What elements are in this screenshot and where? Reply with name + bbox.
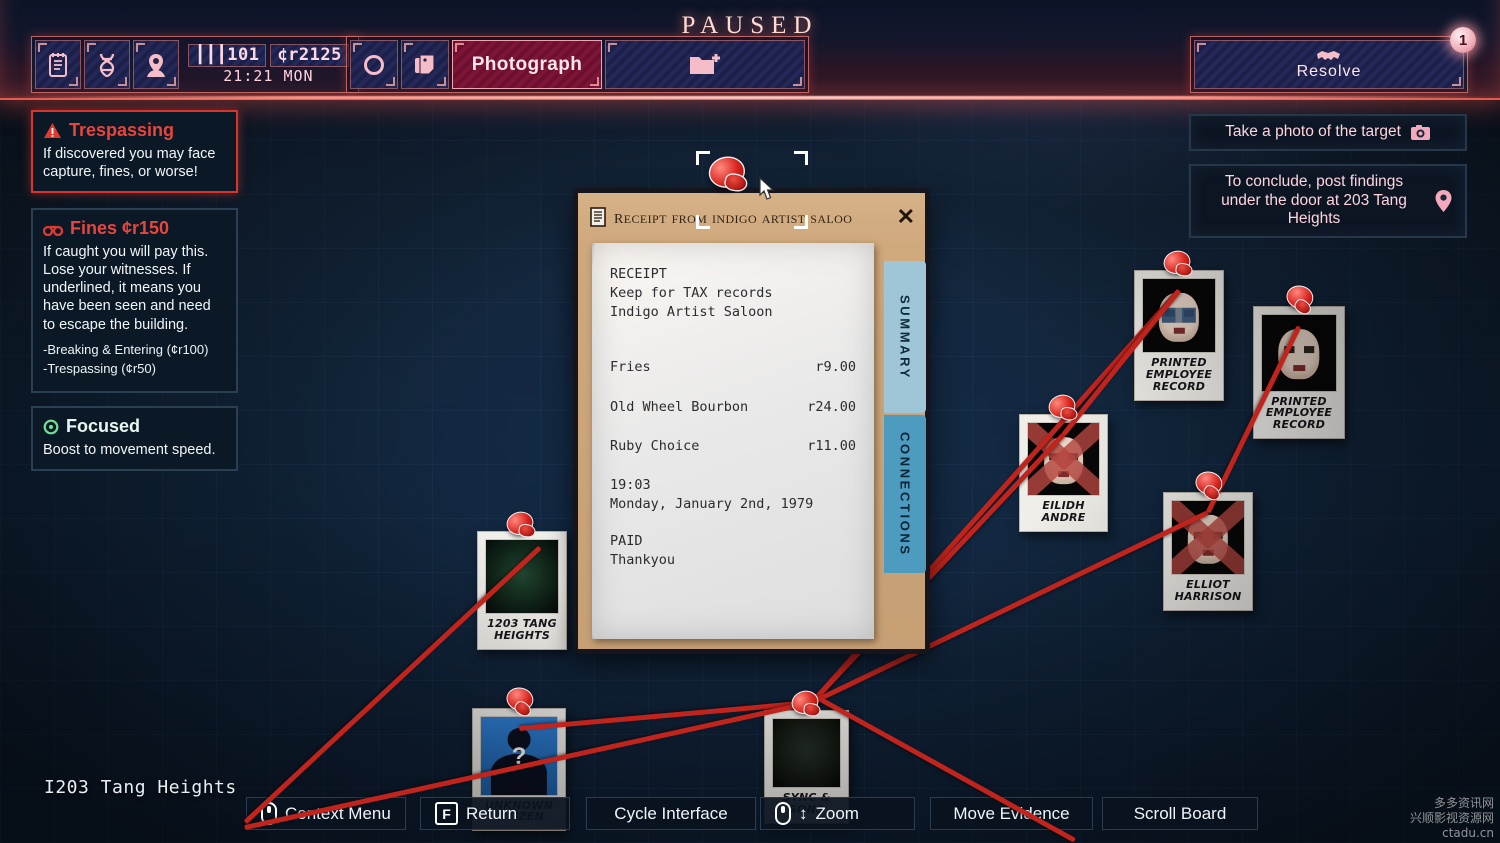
- photograph-tab[interactable]: Photograph: [452, 40, 602, 89]
- receipt-item-label: Fries: [610, 359, 651, 376]
- hint-scroll-board[interactable]: Scroll Board: [1102, 797, 1258, 830]
- photograph-tab-label: Photograph: [471, 53, 583, 75]
- hint-scroll-board-label: Scroll Board: [1133, 803, 1227, 823]
- map-pin-icon: [1434, 189, 1453, 213]
- document-header: Receipt from Indigo Artist Saloo ✕: [578, 193, 925, 241]
- warning-triangle-icon: [43, 122, 62, 139]
- receipt-item: Old Wheel Bourbon r24.00: [610, 398, 856, 417]
- receipt-item-amount: r11.00: [807, 437, 856, 454]
- tab-summary[interactable]: Summary: [884, 261, 926, 413]
- hint-cycle-interface[interactable]: Cycle Interface: [586, 797, 756, 830]
- ring-icon[interactable]: [350, 40, 398, 89]
- card-photo: [485, 539, 559, 615]
- hint-zoom[interactable]: ↕ Zoom: [760, 797, 915, 830]
- receipt-date: Monday, January 2nd, 1979: [610, 496, 814, 513]
- panel-trespassing: Trespassing If discovered you may face c…: [31, 110, 238, 194]
- selection-corner-br: [794, 215, 808, 229]
- money-stat: ¢r2125: [270, 43, 349, 68]
- objective-photo: Take a photo of the target: [1189, 114, 1467, 151]
- card-caption: Printed Employee Record: [1265, 394, 1333, 432]
- receipt-item: Fries r9.00: [610, 358, 856, 377]
- hint-return[interactable]: F Return: [420, 797, 570, 830]
- document-window[interactable]: Receipt from Indigo Artist Saloo ✕ Summa…: [573, 151, 930, 654]
- tab-connections[interactable]: Connections: [884, 415, 926, 573]
- hint-cycle-interface-label: Cycle Interface: [614, 803, 728, 823]
- handcuffs-icon: [43, 221, 63, 236]
- receipt-item-label: Ruby Choice: [610, 437, 700, 454]
- card-caption: Printed Employee Record: [1145, 356, 1213, 394]
- watermark-line-1: 多多资讯网: [1433, 796, 1494, 810]
- panel-body: If discovered you may face capture, fine…: [43, 146, 216, 181]
- clock-label: 21:21 MON: [223, 67, 314, 86]
- watermark-line-2: 兴顺影视资源网: [1409, 811, 1494, 825]
- receipt-line-1: RECEIPT: [610, 266, 667, 282]
- panel-title-row: Trespassing: [43, 120, 226, 141]
- panel-title-row: Fines ¢r150: [43, 218, 226, 239]
- panel-sub-item: -Breaking & Entering (¢r100): [43, 341, 209, 357]
- selection-corner-bl: [696, 215, 710, 229]
- receipt-paper: RECEIPT Keep for TAX records Indigo Arti…: [592, 243, 874, 639]
- panel-title: Focused: [66, 416, 141, 436]
- receipt-time: 19:03: [610, 476, 651, 493]
- document-icon: [590, 207, 606, 227]
- receipt-thankyou: Thankyou: [610, 552, 676, 569]
- key-f-icon: F: [435, 802, 458, 825]
- dna-icon[interactable]: [84, 40, 130, 89]
- handshake-icon: [1316, 48, 1342, 62]
- hint-return-label: Return: [466, 803, 518, 823]
- receipt-line-2: Keep for TAX records: [610, 285, 773, 302]
- hint-zoom-label: Zoom: [815, 803, 859, 823]
- watermark-line-3: ctadu.cn: [1442, 826, 1494, 840]
- panel-fines: Fines ¢r150 If caught you will pay this.…: [31, 208, 238, 394]
- receipt-item: Ruby Choice r11.00: [610, 437, 856, 456]
- panel-body: Boost to movement speed.: [43, 442, 216, 458]
- hud-toolbar-group[interactable]: Photograph: [346, 36, 809, 93]
- map-pin-person-icon[interactable]: [133, 40, 179, 89]
- card-caption: Eilidh Andre: [1041, 499, 1086, 525]
- card-caption: Elliot Harrison: [1174, 578, 1242, 604]
- mouse-scroll-icon: [775, 802, 791, 825]
- notebook-icon[interactable]: [35, 40, 81, 89]
- focus-ring-icon: [43, 419, 59, 435]
- close-icon[interactable]: ✕: [897, 206, 915, 228]
- panel-sublist: -Breaking & Entering (¢r100) -Trespassin…: [43, 342, 226, 378]
- selection-corner-tl: [696, 151, 710, 165]
- panel-title: Trespassing: [69, 120, 175, 140]
- receipt-item-label: Old Wheel Bourbon: [610, 398, 749, 415]
- resolve-button[interactable]: Resolve: [1194, 40, 1464, 89]
- receipt-item-amount: r24.00: [807, 398, 856, 415]
- resolve-label: Resolve: [1296, 63, 1362, 80]
- panel-title-row: Focused: [43, 416, 226, 437]
- game-screen: Printed Employee Record Printed Employee…: [0, 0, 1500, 843]
- watermark: 多多资讯网 兴顺影视资源网 ctadu.cn: [1410, 796, 1494, 841]
- new-case-folder-icon[interactable]: [605, 40, 805, 89]
- camera-icon: [1410, 124, 1431, 141]
- panel-title: Fines ¢r150: [70, 218, 170, 238]
- panel-sub-item: -Trespassing (¢r50): [43, 361, 156, 377]
- card-caption: 1203 Tang Heights: [487, 617, 557, 643]
- panel-focused: Focused Boost to movement speed.: [31, 406, 238, 472]
- hud-left-group[interactable]: ┃┃┃101 ¢r2125 21:21 MON: [31, 36, 359, 93]
- receipt-item-amount: r9.00: [815, 359, 856, 376]
- health-stat: ┃┃┃101: [188, 43, 267, 68]
- objective-post-findings: To conclude, post findings under the doo…: [1189, 164, 1467, 238]
- panel-body: If caught you will pay this. Lose your w…: [43, 244, 211, 333]
- resolve-group[interactable]: Resolve 1: [1190, 27, 1476, 93]
- updown-arrow-icon: ↕: [799, 803, 808, 823]
- hud-stats: ┃┃┃101 ¢r2125 21:21 MON: [182, 40, 355, 89]
- control-hints[interactable]: Context Menu F Return Cycle Interface ↕ Zoom M…: [0, 797, 1500, 831]
- receipt-paid: PAID: [610, 533, 643, 550]
- card-photo: [772, 718, 841, 789]
- receipt-line-3: Indigo Artist Saloon: [610, 304, 773, 321]
- notes-icon[interactable]: [401, 40, 449, 89]
- objective-post-findings-label: To conclude, post findings under the doo…: [1221, 173, 1407, 228]
- objective-photo-label: Take a photo of the target: [1225, 123, 1401, 140]
- resolve-badge: 1: [1450, 27, 1476, 53]
- location-label: I203 Tang Heights: [44, 777, 237, 798]
- paused-label: PAUSED: [681, 12, 819, 39]
- selection-corner-tr: [794, 151, 808, 165]
- document-title: Receipt from Indigo Artist Saloo: [614, 205, 853, 228]
